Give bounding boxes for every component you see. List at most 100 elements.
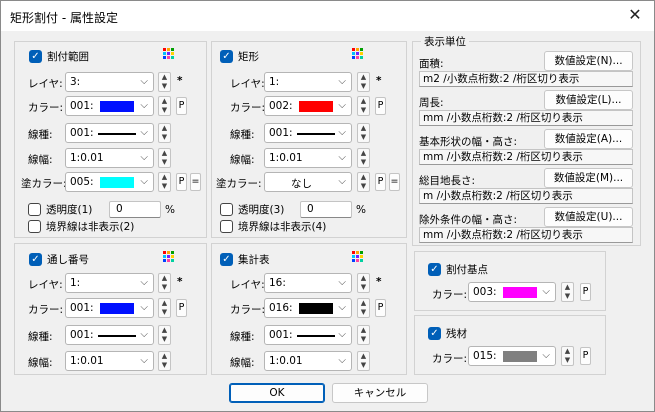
spin-up-icon[interactable]: ▲ (159, 173, 170, 182)
layer-spinner[interactable]: ▲ ▼ (158, 72, 171, 92)
color-palette-icon[interactable] (163, 48, 174, 59)
joint-length-format-button[interactable]: 数値設定(M)... (544, 168, 633, 188)
color-palette-icon[interactable] (163, 251, 174, 262)
linewidth-select[interactable]: 1:0.01 ⌵ (65, 148, 154, 168)
summary-header[interactable]: ✓ 集計表 (220, 252, 270, 267)
checkbox-empty-icon[interactable] (28, 220, 41, 233)
exclusion-format-button[interactable]: 数値設定(U)... (544, 207, 633, 227)
spin-down-icon[interactable]: ▼ (358, 82, 369, 91)
cancel-button[interactable]: キャンセル (332, 383, 428, 403)
spin-up-icon[interactable]: ▲ (358, 73, 369, 82)
opacity-checkbox[interactable]: 透明度(1) (28, 202, 92, 217)
spin-down-icon[interactable]: ▼ (358, 283, 369, 292)
color-spinner[interactable]: ▲ ▼ (561, 282, 574, 302)
spin-down-icon[interactable]: ▼ (358, 361, 369, 370)
color-spinner[interactable]: ▲ ▼ (158, 298, 171, 318)
color-select[interactable]: 002: ⌵ (264, 96, 352, 116)
border-hidden-checkbox[interactable]: 境界線は非表示(2) (28, 219, 134, 234)
layer-star-button[interactable]: * (376, 75, 382, 87)
spin-up-icon[interactable]: ▲ (358, 173, 369, 182)
checkbox-empty-icon[interactable] (220, 203, 233, 216)
layer-select[interactable]: 1: ⌵ (264, 72, 352, 92)
spin-down-icon[interactable]: ▼ (159, 158, 170, 167)
opacity-input[interactable]: 0 (109, 201, 161, 218)
spin-up-icon[interactable]: ▲ (358, 124, 369, 133)
fill-p-button[interactable]: P (176, 173, 187, 191)
spin-down-icon[interactable]: ▼ (159, 133, 170, 142)
linetype-select[interactable]: 001: ⌵ (264, 325, 352, 345)
opacity-input[interactable]: 0 (300, 201, 352, 218)
spin-up-icon[interactable]: ▲ (159, 326, 170, 335)
checkbox-icon[interactable]: ✓ (428, 327, 441, 340)
linetype-select[interactable]: 001: ⌵ (264, 123, 352, 143)
fill-p-button[interactable]: P (375, 173, 386, 191)
spin-up-icon[interactable]: ▲ (562, 283, 573, 292)
spin-up-icon[interactable]: ▲ (358, 97, 369, 106)
fill-spinner[interactable]: ▲ ▼ (158, 172, 171, 192)
checkbox-icon[interactable]: ✓ (220, 50, 233, 63)
color-select[interactable]: 001: ⌵ (65, 298, 154, 318)
spin-up-icon[interactable]: ▲ (358, 352, 369, 361)
layer-star-button[interactable]: * (177, 75, 183, 87)
layer-star-button[interactable]: * (376, 276, 382, 288)
checkbox-empty-icon[interactable] (220, 220, 233, 233)
spin-down-icon[interactable]: ▼ (159, 283, 170, 292)
color-select[interactable]: 015: ⌵ (468, 346, 556, 366)
linetype-spinner[interactable]: ▲ ▼ (357, 325, 370, 345)
linetype-select[interactable]: 001: ⌵ (65, 123, 154, 143)
spin-down-icon[interactable]: ▼ (358, 106, 369, 115)
linetype-spinner[interactable]: ▲ ▼ (158, 123, 171, 143)
fill-select[interactable]: なし ⌵ (264, 172, 352, 192)
spin-down-icon[interactable]: ▼ (358, 158, 369, 167)
layer-spinner[interactable]: ▲ ▼ (158, 273, 171, 293)
spin-up-icon[interactable]: ▲ (159, 299, 170, 308)
spin-up-icon[interactable]: ▲ (159, 97, 170, 106)
spin-down-icon[interactable]: ▼ (159, 308, 170, 317)
layer-star-button[interactable]: * (177, 276, 183, 288)
fill-select[interactable]: 005: ⌵ (65, 172, 154, 192)
spin-down-icon[interactable]: ▼ (159, 182, 170, 191)
spin-up-icon[interactable]: ▲ (159, 352, 170, 361)
rect-header[interactable]: ✓ 矩形 (220, 49, 259, 64)
checkbox-icon[interactable]: ✓ (220, 253, 233, 266)
linewidth-spinner[interactable]: ▲ ▼ (158, 148, 171, 168)
spin-down-icon[interactable]: ▼ (159, 106, 170, 115)
color-select[interactable]: 003: ⌵ (468, 282, 556, 302)
linetype-spinner[interactable]: ▲ ▼ (357, 123, 370, 143)
fill-spinner[interactable]: ▲ ▼ (357, 172, 370, 192)
color-p-button[interactable]: P (580, 283, 591, 301)
basic-shape-format-button[interactable]: 数値設定(A)... (544, 129, 633, 149)
layer-spinner[interactable]: ▲ ▼ (357, 273, 370, 293)
linetype-select[interactable]: 001: ⌵ (65, 325, 154, 345)
color-p-button[interactable]: P (176, 299, 187, 317)
spin-down-icon[interactable]: ▼ (562, 356, 573, 365)
perimeter-format-button[interactable]: 数値設定(L)... (544, 90, 633, 110)
color-spinner[interactable]: ▲ ▼ (561, 346, 574, 366)
spin-down-icon[interactable]: ▼ (562, 292, 573, 301)
base-point-header[interactable]: ✓ 割付基点 (428, 262, 488, 277)
linewidth-select[interactable]: 1:0.01 ⌵ (264, 148, 352, 168)
fill-eq-button[interactable]: = (389, 173, 400, 191)
color-spinner[interactable]: ▲ ▼ (357, 96, 370, 116)
linewidth-select[interactable]: 1:0.01 ⌵ (65, 351, 154, 371)
spin-up-icon[interactable]: ▲ (358, 326, 369, 335)
color-p-button[interactable]: P (580, 347, 591, 365)
checkbox-empty-icon[interactable] (28, 203, 41, 216)
ok-button[interactable]: OK (229, 383, 325, 403)
color-p-button[interactable]: P (375, 299, 386, 317)
spin-down-icon[interactable]: ▼ (159, 361, 170, 370)
spin-down-icon[interactable]: ▼ (358, 182, 369, 191)
spin-up-icon[interactable]: ▲ (358, 274, 369, 283)
serial-header[interactable]: ✓ 通し番号 (29, 252, 89, 267)
spin-down-icon[interactable]: ▼ (159, 82, 170, 91)
layer-select[interactable]: 1: ⌵ (65, 273, 154, 293)
border-hidden-checkbox[interactable]: 境界線は非表示(4) (220, 219, 326, 234)
color-palette-icon[interactable] (352, 251, 363, 262)
spin-up-icon[interactable]: ▲ (159, 73, 170, 82)
color-p-button[interactable]: P (375, 97, 386, 115)
color-spinner[interactable]: ▲ ▼ (158, 96, 171, 116)
spin-down-icon[interactable]: ▼ (159, 335, 170, 344)
spin-down-icon[interactable]: ▼ (358, 335, 369, 344)
range-header[interactable]: ✓ 割付範囲 (29, 49, 89, 64)
color-select[interactable]: 016: ⌵ (264, 298, 352, 318)
